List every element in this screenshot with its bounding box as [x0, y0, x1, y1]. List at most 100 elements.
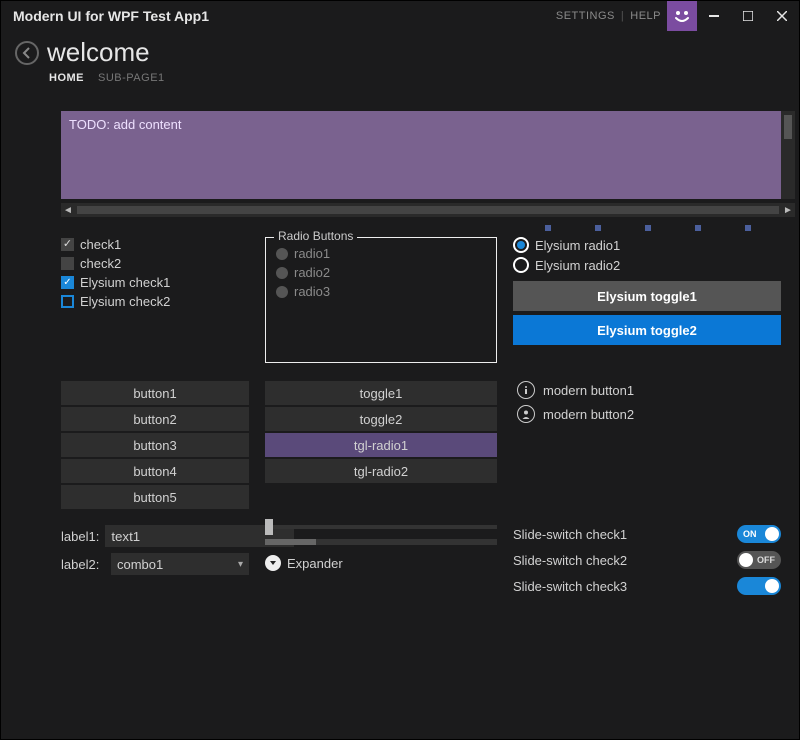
radio3[interactable]: radio3: [276, 284, 486, 299]
button4[interactable]: button4: [61, 459, 249, 483]
button2[interactable]: button2: [61, 407, 249, 431]
toggle2[interactable]: toggle2: [265, 407, 497, 431]
window-buttons: [697, 1, 799, 31]
button5[interactable]: button5: [61, 485, 249, 509]
close-button[interactable]: [765, 1, 799, 31]
window: Modern UI for WPF Test App1 SETTINGS | H…: [0, 0, 800, 740]
elysium-check1[interactable]: Elysium check1: [61, 275, 249, 290]
switch-knob: [765, 579, 779, 593]
switch-text: OFF: [757, 555, 775, 565]
tgl-radio2[interactable]: tgl-radio2: [265, 459, 497, 483]
slider[interactable]: [265, 525, 497, 529]
slide-switch-check3[interactable]: [737, 577, 781, 595]
button-label: modern button2: [543, 407, 634, 422]
elysium-radio1[interactable]: Elysium radio1: [513, 237, 781, 253]
tabs: HOME SUB-PAGE1: [49, 72, 785, 84]
switch-label: Slide-switch check2: [513, 553, 627, 568]
check-label: check2: [80, 256, 121, 271]
radio-column: Radio Buttons radio1 radio2 radio3: [265, 237, 497, 363]
scroll-track[interactable]: [77, 206, 779, 214]
elysium-toggle2[interactable]: Elysium toggle2: [513, 315, 781, 345]
help-link[interactable]: HELP: [630, 10, 661, 22]
tab-sub-page1[interactable]: SUB-PAGE1: [98, 72, 165, 84]
smiley-icon[interactable]: [667, 1, 697, 31]
check-label: Elysium check1: [80, 275, 170, 290]
button1[interactable]: button1: [61, 381, 249, 405]
progress-bar: [265, 539, 497, 545]
switch-label: Slide-switch check3: [513, 579, 627, 594]
combo-value: combo1: [117, 557, 163, 572]
radio-icon: [276, 286, 288, 298]
radio-icon: [276, 248, 288, 260]
dot: [545, 225, 551, 231]
switch-column: Slide-switch check1 ON Slide-switch chec…: [513, 525, 781, 595]
toggle1[interactable]: toggle1: [265, 381, 497, 405]
slide-switch-check2[interactable]: OFF: [737, 551, 781, 569]
todo-textbox[interactable]: TODO: add content: [61, 111, 781, 199]
elysium-radio2[interactable]: Elysium radio2: [513, 257, 781, 273]
controls-row-2: button1 button2 button3 button4 button5 …: [19, 381, 781, 509]
dot: [745, 225, 751, 231]
scroll-thumb[interactable]: [784, 115, 792, 139]
back-button[interactable]: [15, 41, 39, 65]
settings-link[interactable]: SETTINGS: [556, 10, 615, 22]
elysium-check2[interactable]: Elysium check2: [61, 294, 249, 309]
switch-knob: [739, 553, 753, 567]
switch-knob: [765, 527, 779, 541]
minimize-button[interactable]: [697, 1, 731, 31]
scroll-right-icon[interactable]: ►: [781, 205, 795, 216]
check-label: Elysium check2: [80, 294, 170, 309]
check2[interactable]: check2: [61, 256, 249, 271]
combo-row: label2: combo1 ▾: [61, 553, 249, 575]
label1: label1:: [61, 529, 99, 544]
separator: |: [621, 10, 624, 22]
switch-label: Slide-switch check1: [513, 527, 627, 542]
radio-label: Elysium radio2: [535, 258, 620, 273]
radio-label: radio3: [294, 284, 330, 299]
info-icon: [517, 381, 535, 399]
user-icon: [517, 405, 535, 423]
app-title: Modern UI for WPF Test App1: [13, 8, 209, 24]
slide-switch-row-3: Slide-switch check3: [513, 577, 781, 595]
button-column: button1 button2 button3 button4 button5: [19, 381, 249, 509]
dot: [595, 225, 601, 231]
tgl-radio1[interactable]: tgl-radio1: [265, 433, 497, 457]
slider-column: Expander: [265, 525, 497, 595]
chevron-down-icon: ▾: [238, 559, 243, 570]
radio-icon: [513, 237, 529, 253]
checkbox-column: check1 check2 Elysium check1 Elysium che…: [19, 237, 249, 363]
maximize-button[interactable]: [731, 1, 765, 31]
expander[interactable]: Expander: [265, 555, 497, 571]
tab-home[interactable]: HOME: [49, 72, 84, 84]
todo-area: TODO: add content ◄ ►: [61, 111, 781, 217]
page-title: welcome: [47, 37, 150, 68]
button3[interactable]: button3: [61, 433, 249, 457]
vertical-scrollbar[interactable]: [781, 111, 795, 199]
dot: [645, 225, 651, 231]
checkbox-icon: [61, 238, 74, 251]
header: welcome HOME SUB-PAGE1: [1, 31, 799, 84]
slide-switch-row-1: Slide-switch check1 ON: [513, 525, 781, 543]
slide-switch-row-2: Slide-switch check2 OFF: [513, 551, 781, 569]
checkbox-icon: [61, 276, 74, 289]
radio-label: radio2: [294, 265, 330, 280]
indicator-dots: [19, 225, 781, 231]
dot: [695, 225, 701, 231]
modern-button1[interactable]: modern button1: [517, 381, 781, 399]
radio1[interactable]: radio1: [276, 246, 486, 261]
button-label: modern button1: [543, 383, 634, 398]
check1[interactable]: check1: [61, 237, 249, 252]
todo-text: TODO: add content: [69, 117, 182, 132]
radio2[interactable]: radio2: [276, 265, 486, 280]
expander-label: Expander: [287, 556, 343, 571]
slider-thumb[interactable]: [265, 519, 273, 535]
scroll-left-icon[interactable]: ◄: [61, 205, 75, 216]
modern-button-column: modern button1 modern button2: [513, 381, 781, 509]
radio-group-legend: Radio Buttons: [274, 229, 357, 243]
checkbox-icon: [61, 295, 74, 308]
slide-switch-check1[interactable]: ON: [737, 525, 781, 543]
horizontal-scrollbar[interactable]: ◄ ►: [61, 203, 795, 217]
combo1[interactable]: combo1 ▾: [111, 553, 249, 575]
modern-button2[interactable]: modern button2: [517, 405, 781, 423]
elysium-toggle1[interactable]: Elysium toggle1: [513, 281, 781, 311]
